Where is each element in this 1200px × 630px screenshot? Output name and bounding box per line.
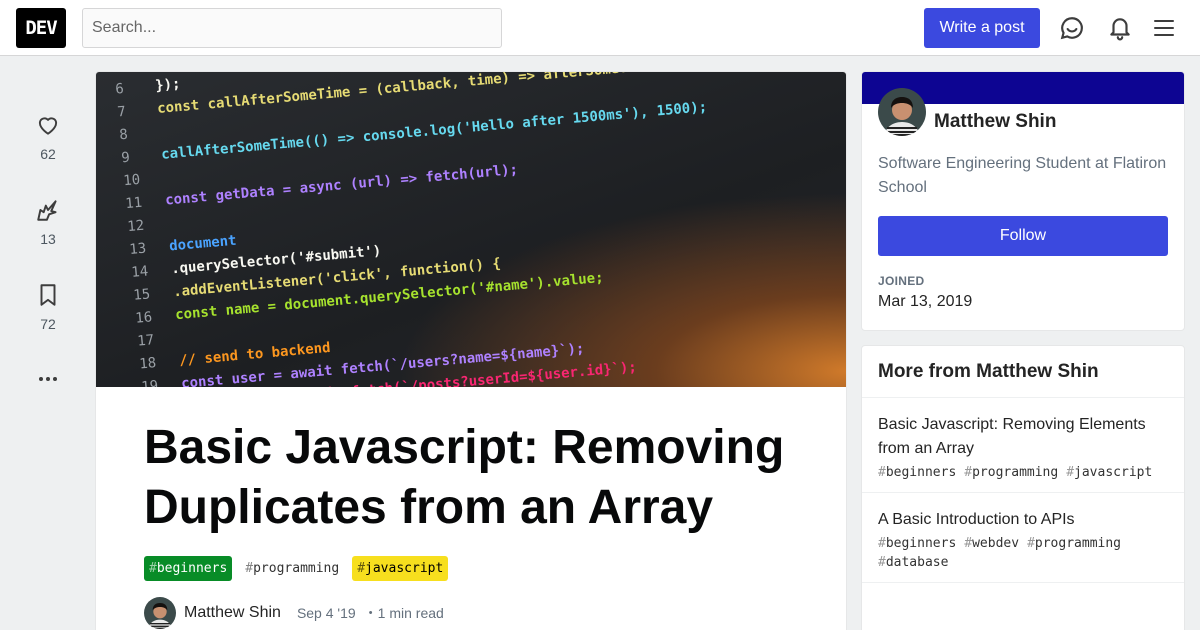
tag-link[interactable]: #webdev — [964, 536, 1019, 551]
code-line-number: 12 — [127, 218, 145, 235]
code-screenshot: 6}); 7 const callAfterSomeTime = (callback… — [115, 72, 839, 387]
code-line-number: 18 — [139, 355, 157, 372]
menu-icon[interactable] — [1150, 14, 1178, 42]
tag-link[interactable]: #programming — [964, 465, 1058, 480]
tag-link[interactable]: #javascript — [1066, 465, 1152, 480]
more-item-title[interactable]: Basic Javascript: Removing Elements from… — [878, 413, 1168, 461]
dev-logo[interactable]: DEV — [16, 8, 66, 48]
heart-icon[interactable] — [35, 112, 61, 138]
write-post-button[interactable]: Write a post — [924, 8, 1040, 48]
code-line-number: 13 — [129, 241, 147, 258]
author-name[interactable]: Matthew Shin — [184, 604, 281, 622]
code-line-number: 11 — [125, 195, 143, 212]
article-title: Basic Javascript: Removing Duplicates fr… — [144, 421, 785, 534]
article-tags: #beginners #programming #javascript — [144, 556, 449, 581]
tag-link[interactable]: #beginners — [878, 536, 956, 551]
code-line-number: 17 — [137, 332, 155, 349]
code-line-text: }); — [155, 76, 182, 94]
code-line-number: 14 — [131, 263, 149, 280]
tag-link[interactable]: #beginners — [878, 465, 956, 480]
more-options-button[interactable] — [24, 367, 72, 391]
like-count: 62 — [40, 146, 56, 162]
author-profile-card: Matthew Shin Software Engineering Studen… — [861, 71, 1185, 331]
bookmark-count: 72 — [40, 316, 56, 332]
joined-label: JOINED — [878, 274, 925, 288]
reactions-bar: 62 13 72 — [24, 112, 72, 391]
profile-bio: Software Engineering Student at Flatiron… — [878, 155, 1167, 196]
list-item[interactable]: A Basic Introduction to APIs #beginners … — [862, 493, 1184, 583]
article-byline: Matthew Shin Sep 4 '19 ・1 min read — [144, 597, 444, 629]
tag-beginners[interactable]: #beginners — [144, 556, 233, 581]
code-line-text: document — [169, 233, 238, 255]
code-line-number: 8 — [119, 127, 129, 144]
code-line-text: const callAfterSomeTime = (callback, tim… — [157, 72, 839, 117]
notifications-bell-icon[interactable] — [1106, 14, 1134, 42]
bookmark-icon[interactable] — [35, 282, 61, 308]
profile-name[interactable]: Matthew Shin — [934, 111, 1056, 133]
tag-link[interactable]: #programming — [1027, 536, 1121, 551]
follow-button[interactable]: Follow — [878, 216, 1168, 256]
more-item-title[interactable]: A Basic Introduction to APIs — [878, 508, 1168, 532]
code-line-number: 19 — [141, 378, 159, 387]
tag-javascript[interactable]: #javascript — [352, 556, 449, 581]
publish-date: Sep 4 '19 — [296, 605, 356, 621]
like-reaction[interactable]: 62 — [24, 112, 72, 197]
unicorn-reaction[interactable]: 13 — [24, 197, 72, 282]
unicorn-icon[interactable] — [35, 197, 61, 223]
more-from-author-card: More from Matthew Shin Basic Javascript:… — [861, 345, 1185, 630]
joined-date: Mar 13, 2019 — [878, 293, 973, 310]
code-line-number: 9 — [121, 150, 131, 167]
unicorn-count: 13 — [40, 231, 56, 247]
bookmark-reaction[interactable]: 72 — [24, 282, 72, 367]
article-card: 6}); 7 const callAfterSomeTime = (callback… — [95, 71, 847, 630]
code-line-text: const getData = async (url) => fetch(url… — [165, 162, 519, 209]
more-from-title: More from Matthew Shin — [862, 346, 1184, 398]
list-item[interactable]: Basic Javascript: Removing Elements from… — [862, 398, 1184, 493]
author-avatar[interactable] — [144, 597, 176, 629]
cover-image: 6}); 7 const callAfterSomeTime = (callback… — [96, 72, 846, 387]
more-item-tags: #beginners #programming #javascript — [878, 465, 1168, 480]
more-options-icon[interactable] — [36, 367, 60, 391]
code-line-number: 15 — [133, 286, 151, 303]
code-line-number: 7 — [117, 104, 127, 121]
more-item-tags: #beginners #webdev #programming #databas… — [878, 536, 1168, 570]
profile-avatar[interactable] — [878, 88, 926, 136]
code-line-number: 10 — [123, 172, 141, 189]
read-time: ・1 min read — [363, 605, 444, 621]
tag-link[interactable]: #database — [878, 555, 948, 570]
code-line-number: 6 — [115, 81, 125, 98]
tag-programming[interactable]: #programming — [240, 556, 344, 581]
top-header: DEV Write a post — [0, 0, 1200, 56]
search-input[interactable] — [82, 8, 502, 48]
connect-icon[interactable] — [1058, 14, 1086, 42]
code-line-number: 16 — [135, 309, 153, 326]
